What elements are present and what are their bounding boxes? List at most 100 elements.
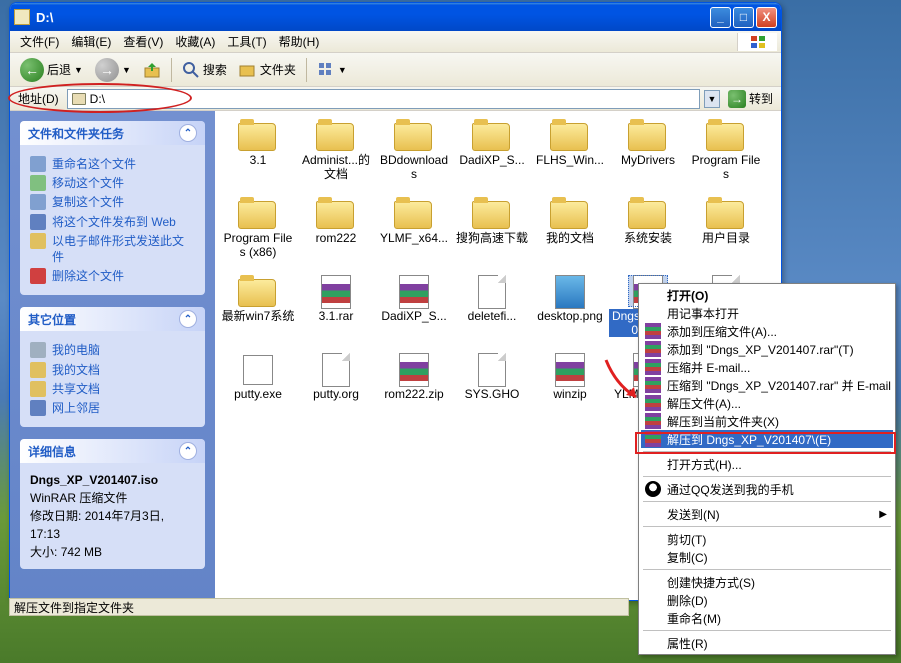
file-label: DadiXP_S...: [457, 153, 526, 169]
menu-fav[interactable]: 收藏(A): [169, 31, 221, 52]
addressbar: 地址(D) D:\ ▼ → 转到: [10, 87, 781, 111]
file-item[interactable]: FLHS_Win...: [531, 119, 609, 193]
file-item[interactable]: 3.1: [219, 119, 297, 193]
file-item[interactable]: 用户目录: [687, 197, 765, 271]
context-menu-item[interactable]: 解压到 Dngs_XP_V201407\(E): [641, 430, 893, 448]
place-network[interactable]: 网上邻居: [30, 400, 195, 416]
panel-tasks-title: 文件和文件夹任务: [28, 125, 124, 142]
up-button[interactable]: [139, 59, 165, 81]
menu-edit[interactable]: 编辑(E): [65, 31, 117, 52]
close-button[interactable]: X: [756, 7, 777, 28]
file-item[interactable]: BDdownloads: [375, 119, 453, 193]
status-text: 解压文件到指定文件夹: [14, 599, 134, 616]
context-menu-item[interactable]: 打开方式(H)...: [641, 455, 893, 473]
panel-details-header[interactable]: 详细信息 ⌃: [20, 439, 205, 463]
context-menu-item[interactable]: 发送到(N)▶: [641, 505, 893, 523]
file-label: desktop.png: [535, 309, 604, 325]
forward-drop-icon[interactable]: ▼: [122, 65, 131, 75]
file-item[interactable]: Program Files: [687, 119, 765, 193]
panel-tasks-header[interactable]: 文件和文件夹任务 ⌃: [20, 121, 205, 145]
back-drop-icon[interactable]: ▼: [74, 65, 83, 75]
task-rename[interactable]: 重命名这个文件: [30, 156, 195, 172]
views-drop-icon[interactable]: ▼: [338, 65, 347, 75]
titlebar[interactable]: D:\ _ □ X: [10, 3, 781, 31]
context-menu-item[interactable]: 打开(O): [641, 286, 893, 304]
place-mycomputer[interactable]: 我的电脑: [30, 342, 195, 358]
minimize-button[interactable]: _: [710, 7, 731, 28]
views-button[interactable]: ▼: [313, 59, 351, 81]
file-item[interactable]: MyDrivers: [609, 119, 687, 193]
window-title: D:\: [36, 10, 710, 25]
file-item[interactable]: 3.1.rar: [297, 275, 375, 349]
archive-icon: [394, 353, 434, 385]
file-item[interactable]: 最新win7系统: [219, 275, 297, 349]
task-move[interactable]: 移动这个文件: [30, 175, 195, 191]
menu-help[interactable]: 帮助(H): [273, 31, 326, 52]
context-menu-item[interactable]: 属性(R): [641, 634, 893, 652]
context-menu-item[interactable]: 创建快捷方式(S): [641, 573, 893, 591]
context-menu-item[interactable]: 压缩并 E-mail...: [641, 358, 893, 376]
window-buttons: _ □ X: [710, 7, 777, 28]
task-copy[interactable]: 复制这个文件: [30, 194, 195, 210]
context-menu-item[interactable]: 解压文件(A)...: [641, 394, 893, 412]
place-shared[interactable]: 共享文档: [30, 381, 195, 397]
context-menu: 打开(O)用记事本打开添加到压缩文件(A)...添加到 "Dngs_XP_V20…: [638, 283, 896, 655]
context-menu-item[interactable]: 剪切(T): [641, 530, 893, 548]
archive-icon: [550, 353, 590, 385]
task-label: 删除这个文件: [52, 268, 124, 284]
menu-tools[interactable]: 工具(T): [221, 31, 272, 52]
collapse-icon[interactable]: ⌃: [179, 310, 197, 328]
file-item[interactable]: Administ...的文档: [297, 119, 375, 193]
place-mydocs[interactable]: 我的文档: [30, 362, 195, 378]
search-button[interactable]: 搜索: [178, 59, 231, 81]
file-item[interactable]: 系统安装: [609, 197, 687, 271]
context-menu-item[interactable]: 压缩到 "Dngs_XP_V201407.rar" 并 E-mail: [641, 376, 893, 394]
address-field[interactable]: D:\: [67, 89, 700, 109]
panel-tasks-body: 重命名这个文件 移动这个文件 复制这个文件 将这个文件发布到 Web 以电子邮件…: [20, 145, 205, 295]
file-item[interactable]: putty.org: [297, 353, 375, 427]
task-email[interactable]: 以电子邮件形式发送此文件: [30, 233, 195, 265]
network-icon: [30, 400, 46, 416]
menu-view[interactable]: 查看(V): [117, 31, 169, 52]
task-publish[interactable]: 将这个文件发布到 Web: [30, 214, 195, 230]
context-menu-item[interactable]: 复制(C): [641, 548, 893, 566]
context-menu-item[interactable]: 解压到当前文件夹(X): [641, 412, 893, 430]
context-menu-item[interactable]: 重命名(M): [641, 609, 893, 627]
context-menu-item[interactable]: 添加到压缩文件(A)...: [641, 322, 893, 340]
file-item[interactable]: DadiXP_S...: [375, 275, 453, 349]
file-item[interactable]: 搜狗高速下载: [453, 197, 531, 271]
file-item[interactable]: winzip: [531, 353, 609, 427]
context-menu-item[interactable]: 删除(D): [641, 591, 893, 609]
context-menu-item[interactable]: 添加到 "Dngs_XP_V201407.rar"(T): [641, 340, 893, 358]
address-dropdown-icon[interactable]: ▼: [704, 90, 720, 108]
back-label: 后退: [47, 61, 71, 78]
file-item[interactable]: SYS.GHO: [453, 353, 531, 427]
context-menu-item[interactable]: 通过QQ发送到我的手机: [641, 480, 893, 498]
maximize-button[interactable]: □: [733, 7, 754, 28]
folder-icon: [550, 197, 590, 229]
menu-item-label: 通过QQ发送到我的手机: [667, 481, 794, 498]
file-item[interactable]: DadiXP_S...: [453, 119, 531, 193]
file-item[interactable]: putty.exe: [219, 353, 297, 427]
file-item[interactable]: 我的文档: [531, 197, 609, 271]
menu-item-label: 用记事本打开: [667, 305, 739, 322]
folders-button[interactable]: 文件夹: [235, 59, 300, 81]
file-item[interactable]: rom222: [297, 197, 375, 271]
file-item[interactable]: deletefi...: [453, 275, 531, 349]
go-button[interactable]: → 转到: [724, 90, 777, 108]
collapse-icon[interactable]: ⌃: [179, 124, 197, 142]
context-menu-item[interactable]: 用记事本打开: [641, 304, 893, 322]
file-item[interactable]: Program Files (x86): [219, 197, 297, 271]
forward-button[interactable]: → ▼: [91, 56, 135, 84]
back-button[interactable]: ← 后退 ▼: [16, 56, 87, 84]
menu-file[interactable]: 文件(F): [14, 31, 65, 52]
file-item[interactable]: YLMF_x64...: [375, 197, 453, 271]
collapse-icon[interactable]: ⌃: [179, 442, 197, 460]
file-item[interactable]: rom222.zip: [375, 353, 453, 427]
menu-item-label: 重命名(M): [667, 610, 721, 627]
file-item[interactable]: desktop.png: [531, 275, 609, 349]
file-label: 3.1.rar: [317, 309, 356, 325]
task-delete[interactable]: 删除这个文件: [30, 268, 195, 284]
panel-places-header[interactable]: 其它位置 ⌃: [20, 307, 205, 331]
task-label: 复制这个文件: [52, 194, 124, 210]
